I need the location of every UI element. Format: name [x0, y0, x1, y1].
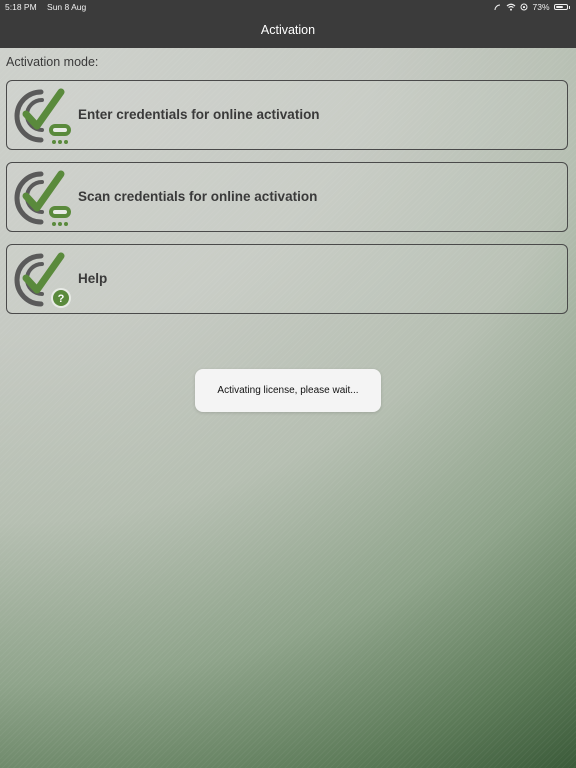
help-label: Help — [78, 271, 108, 286]
activation-mode-label: Activation mode: — [6, 55, 99, 69]
checkmark-key-icon — [14, 170, 71, 226]
help-button[interactable]: ? Help — [6, 244, 568, 314]
battery-cap — [568, 5, 570, 9]
battery-percent: 73% — [532, 2, 550, 12]
scan-credentials-label: Scan credentials for online activation — [78, 189, 318, 204]
battery-fill — [555, 6, 563, 8]
signal-icon — [494, 4, 501, 11]
enter-credentials-button[interactable]: Enter credentials for online activation — [6, 80, 568, 150]
scan-credentials-button[interactable]: Scan credentials for online activation — [6, 162, 568, 232]
status-time: 5:18 PM — [5, 2, 37, 12]
battery-icon — [553, 4, 568, 10]
checkmark-key-icon — [14, 88, 71, 144]
status-left: 5:18 PM Sun 8 Aug — [5, 2, 86, 12]
checkmark-help-icon: ? — [14, 252, 71, 308]
status-date: Sun 8 Aug — [47, 2, 87, 12]
svg-text:?: ? — [58, 293, 65, 305]
wifi-icon — [507, 3, 516, 11]
page-title: Activation — [260, 23, 316, 37]
toast-message: Activating license, please wait... — [217, 385, 359, 396]
orientation-lock-icon — [520, 3, 528, 11]
activating-toast: Activating license, please wait... — [195, 369, 381, 412]
status-right: 73% — [494, 2, 570, 12]
navigation-bar: 5:18 PM Sun 8 Aug 73% Activation — [0, 0, 576, 48]
enter-credentials-label: Enter credentials for online activation — [78, 107, 320, 122]
status-bar: 5:18 PM Sun 8 Aug 73% — [0, 0, 576, 14]
